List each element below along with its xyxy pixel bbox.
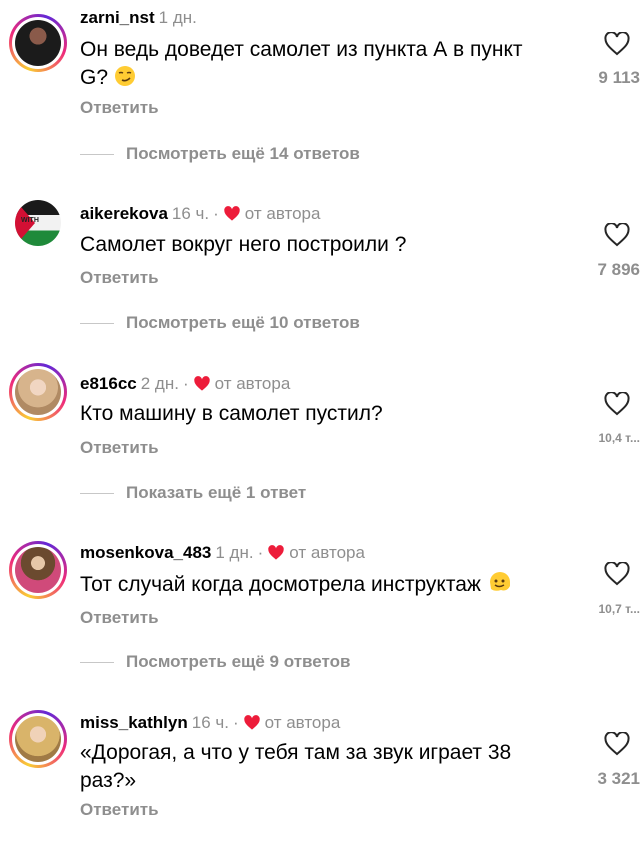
view-more-replies[interactable]: Посмотреть ещё 14 ответов xyxy=(80,144,360,164)
like-heart-icon[interactable] xyxy=(604,731,630,761)
like-count: 10,7 т... xyxy=(598,602,640,616)
avatar xyxy=(15,20,61,66)
avatar-text: WITH xyxy=(21,217,39,224)
reply-button[interactable]: Ответить xyxy=(80,438,159,458)
comment-text: Самолет вокруг него построили ? xyxy=(80,233,407,256)
comment-text: «Дорогая, а что у тебя там за звук играе… xyxy=(80,741,512,792)
comment-text: Он ведь доведет самолет из пункта А в пу… xyxy=(80,36,550,95)
stand-with-palestine-avatar: WITH xyxy=(15,200,61,246)
avatar-story-ring[interactable] xyxy=(9,541,67,599)
reply-button[interactable]: Ответить xyxy=(80,608,159,628)
username[interactable]: zarni_nst xyxy=(80,8,155,27)
username[interactable]: aikerekova xyxy=(80,204,168,223)
author-liked-heart-icon xyxy=(223,206,241,227)
by-author-label: от автора xyxy=(214,374,291,393)
comment-meta: aikerekova 16 ч. · от автора xyxy=(80,204,320,227)
view-more-replies[interactable]: Посмотреть ещё 9 ответов xyxy=(80,652,350,672)
view-more-replies[interactable]: Показать ещё 1 ответ xyxy=(80,483,306,503)
like-count: 9 113 xyxy=(598,68,640,87)
username[interactable]: mosenkova_483 xyxy=(80,543,211,562)
view-more-replies[interactable]: Посмотреть ещё 10 ответов xyxy=(80,313,360,333)
like-heart-icon[interactable] xyxy=(604,31,630,61)
by-author-label: от автора xyxy=(264,713,341,732)
comment-meta: zarni_nst 1 дн. xyxy=(80,8,197,28)
reply-button[interactable]: Ответить xyxy=(80,98,159,118)
author-liked-heart-icon xyxy=(267,545,285,566)
username[interactable]: e816cc xyxy=(80,374,137,393)
username[interactable]: miss_kathlyn xyxy=(80,713,188,732)
avatar xyxy=(15,369,61,415)
comment-meta: e816cc 2 дн. · от автора xyxy=(80,374,290,397)
comment-meta: mosenkova_483 1 дн. · от автора xyxy=(80,543,365,566)
avatar xyxy=(15,547,61,593)
reply-button[interactable]: Ответить xyxy=(80,268,159,288)
comment-time: 16 ч. xyxy=(191,713,229,732)
author-liked-heart-icon xyxy=(243,715,261,736)
comment-text: Тот случай когда досмотрела инструктаж xyxy=(80,570,550,602)
melting-face-emoji-icon xyxy=(487,570,513,602)
comment-meta: miss_kathlyn 16 ч. · от автора xyxy=(80,713,340,736)
smirk-emoji-icon xyxy=(114,65,136,95)
like-heart-icon[interactable] xyxy=(604,561,630,591)
avatar xyxy=(15,716,61,762)
like-heart-icon[interactable] xyxy=(604,391,630,421)
comment-time: 2 дн. xyxy=(140,374,179,393)
avatar-story-ring[interactable] xyxy=(9,363,67,421)
by-author-label: от автора xyxy=(244,204,321,223)
comment-time: 16 ч. xyxy=(171,204,210,223)
author-liked-heart-icon xyxy=(193,376,211,397)
avatar-story-ring[interactable] xyxy=(9,710,67,768)
by-author-label: от автора xyxy=(289,543,365,562)
like-heart-icon[interactable] xyxy=(604,222,630,252)
like-count: 3 321 xyxy=(597,769,640,788)
comment-time: 1 дн. xyxy=(158,8,197,27)
comment-time: 1 дн. xyxy=(215,543,254,562)
avatar[interactable]: WITH xyxy=(9,194,67,252)
comment-text: Кто машину в самолет пустил? xyxy=(80,402,383,425)
reply-button[interactable]: Ответить xyxy=(80,800,159,820)
like-count: 10,4 т... xyxy=(598,431,640,445)
like-count: 7 896 xyxy=(597,260,640,279)
avatar-story-ring[interactable] xyxy=(9,14,67,72)
